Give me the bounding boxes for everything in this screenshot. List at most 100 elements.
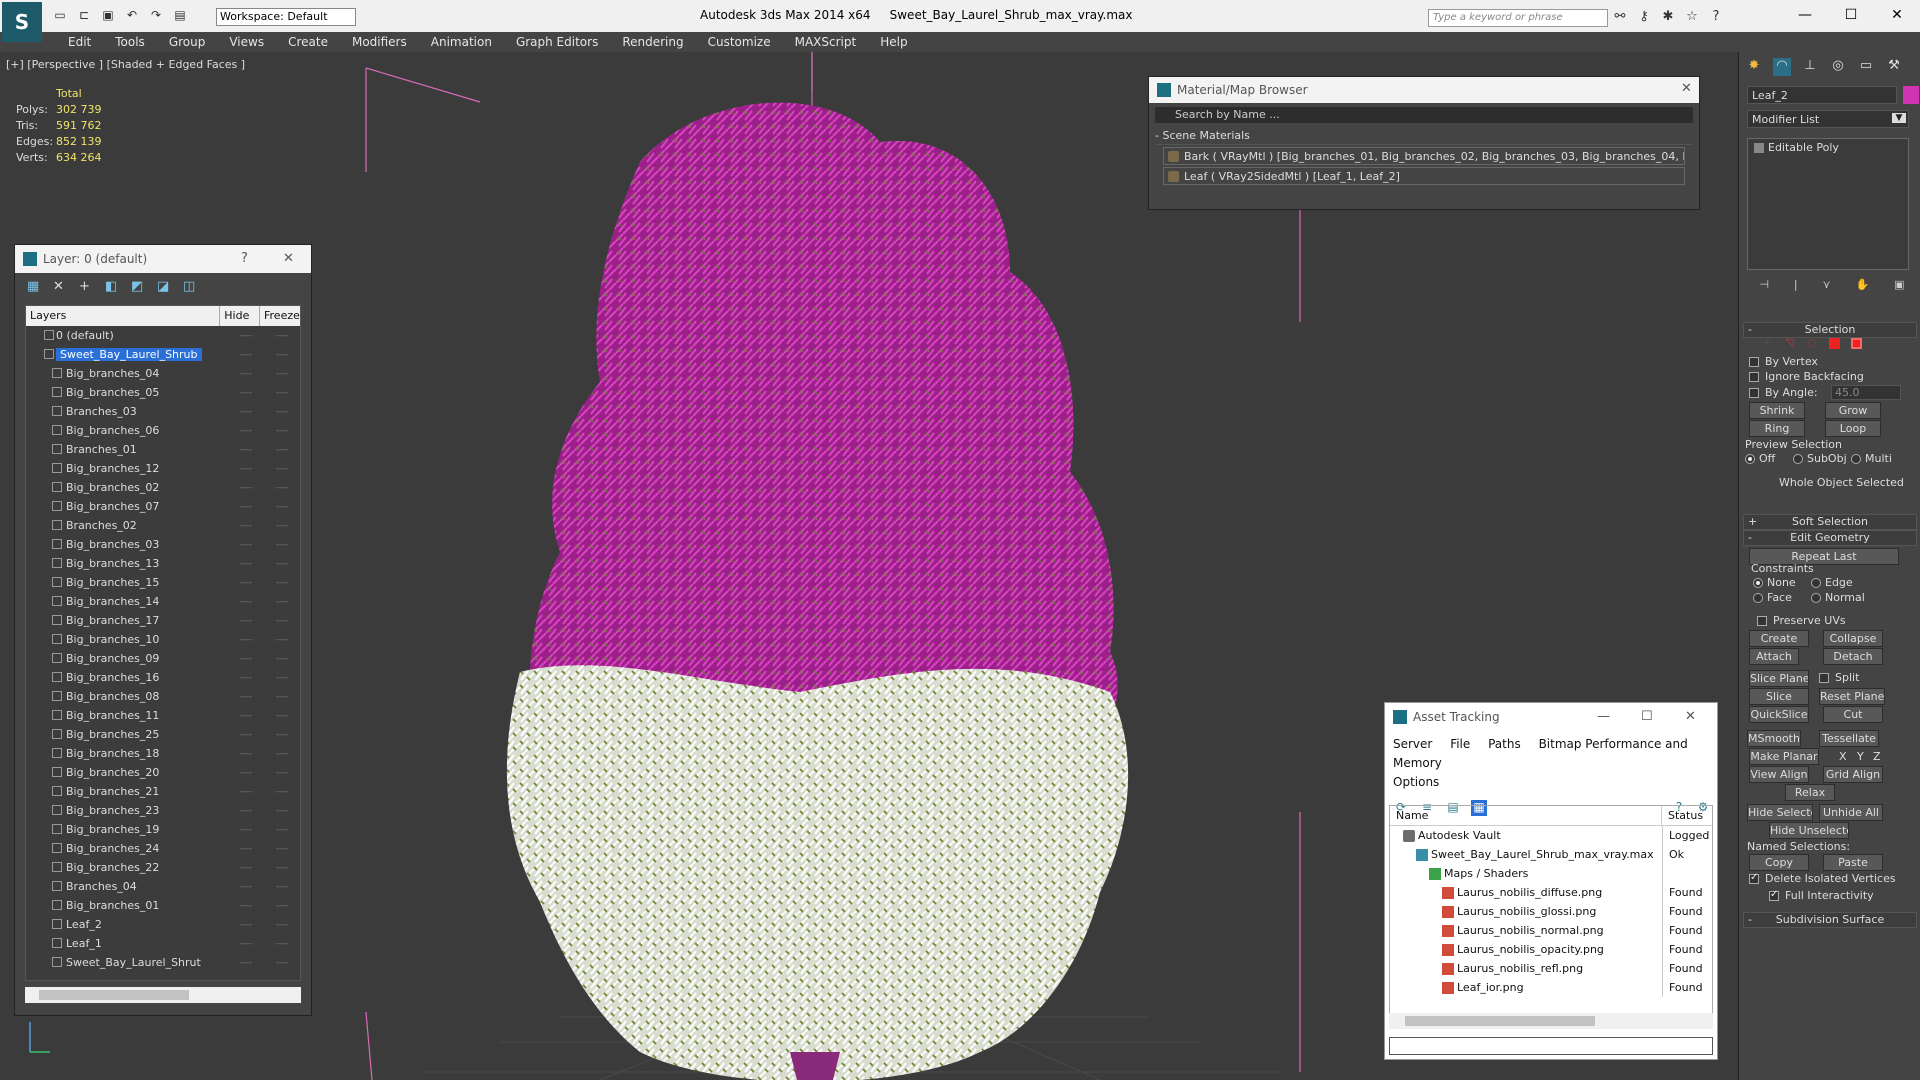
hide-toggle[interactable]: ---- — [228, 540, 264, 550]
highlight-layer-icon[interactable]: ◩ — [131, 279, 147, 295]
layer-row[interactable]: Big_branches_09 ---- ---- — [26, 649, 300, 668]
freeze-toggle[interactable]: ---- — [264, 559, 300, 569]
binoculars-icon[interactable]: ⚯ — [1612, 9, 1628, 25]
select-objects-icon[interactable]: ◧ — [105, 279, 121, 295]
key-icon[interactable]: ⚷ — [1636, 9, 1652, 25]
element-icon[interactable] — [1851, 338, 1862, 349]
menu-tools[interactable]: Tools — [103, 32, 157, 52]
layer-row[interactable]: Big_branches_04 ---- ---- — [26, 364, 300, 383]
asset-row[interactable]: Leaf_ior.png Found — [1390, 978, 1712, 997]
x-button[interactable]: X — [1839, 750, 1847, 763]
layer-row[interactable]: Leaf_1 ---- ---- — [26, 934, 300, 953]
material-search-input[interactable]: Search by Name ... — [1155, 107, 1693, 123]
freeze-toggle[interactable]: ---- — [264, 464, 300, 474]
asset-row[interactable]: Laurus_nobilis_opacity.png Found — [1390, 940, 1712, 959]
shrink-button[interactable]: Shrink — [1749, 402, 1805, 419]
hide-toggle[interactable]: ---- — [228, 882, 264, 892]
vertex-icon[interactable]: ⁘ — [1763, 336, 1775, 349]
layer-row[interactable]: Big_branches_07 ---- ---- — [26, 497, 300, 516]
layer-panel-titlebar[interactable]: Layer: 0 (default) ? ✕ — [15, 245, 311, 273]
freeze-toggle[interactable]: ---- — [264, 882, 300, 892]
ring-button[interactable]: Ring — [1749, 420, 1805, 437]
asset-row[interactable]: Laurus_nobilis_refl.png Found — [1390, 959, 1712, 978]
modifier-list-dropdown[interactable]: Modifier List — [1747, 110, 1909, 128]
layer-row[interactable]: Big_branches_06 ---- ---- — [26, 421, 300, 440]
menu-modifiers[interactable]: Modifiers — [340, 32, 419, 52]
layer-row[interactable]: Branches_04 ---- ---- — [26, 877, 300, 896]
hide-toggle[interactable]: ---- — [228, 369, 264, 379]
freeze-toggle[interactable]: ---- — [264, 407, 300, 417]
motion-tab-icon[interactable]: ◎ — [1829, 58, 1847, 76]
y-button[interactable]: Y — [1857, 750, 1864, 763]
constraint-normal-radio[interactable] — [1811, 593, 1821, 603]
material-item-leaf[interactable]: Leaf ( VRay2SidedMtl ) [Leaf_1, Leaf_2] — [1163, 167, 1685, 185]
search-input[interactable]: Type a keyword or phrase — [1428, 9, 1608, 27]
freeze-toggle[interactable]: ---- — [264, 502, 300, 512]
hide-toggle[interactable]: ---- — [228, 844, 264, 854]
tessellate-button[interactable]: Tessellate — [1819, 730, 1879, 747]
configure-sets-icon[interactable]: ▣ — [1894, 278, 1904, 296]
layer-row[interactable]: Big_branches_13 ---- ---- — [26, 554, 300, 573]
hide-toggle[interactable]: ---- — [228, 331, 264, 341]
hide-toggle[interactable]: ---- — [228, 901, 264, 911]
menu-help[interactable]: Help — [868, 32, 919, 52]
asset-horizontal-scrollbar[interactable] — [1389, 1013, 1713, 1029]
freeze-toggle[interactable]: ---- — [264, 825, 300, 835]
modify-tab-icon[interactable]: ◠ — [1773, 58, 1791, 76]
freeze-toggle[interactable]: ---- — [264, 426, 300, 436]
hide-toggle[interactable]: ---- — [228, 825, 264, 835]
menu-group[interactable]: Group — [157, 32, 218, 52]
remove-modifier-icon[interactable]: ✋ — [1855, 278, 1869, 296]
display-tab-icon[interactable]: ▭ — [1857, 58, 1875, 76]
save-icon[interactable]: ▣ — [100, 7, 116, 23]
layer-row-group[interactable]: Sweet_Bay_Laurel_Shrub ---- ---- — [26, 345, 300, 364]
object-name-field[interactable]: Leaf_2 — [1747, 86, 1897, 104]
hide-toggle[interactable]: ---- — [228, 426, 264, 436]
freeze-all-icon[interactable]: ◫ — [183, 279, 199, 295]
freeze-toggle[interactable]: ---- — [264, 521, 300, 531]
minimize-icon[interactable]: — — [1782, 0, 1828, 30]
freeze-toggle[interactable]: ---- — [264, 635, 300, 645]
column-freeze[interactable]: Freeze — [260, 306, 300, 326]
hide-toggle[interactable]: ---- — [228, 616, 264, 626]
hide-toggle[interactable]: ---- — [228, 407, 264, 417]
menu-edit[interactable]: Edit — [56, 32, 103, 52]
hide-toggle[interactable]: ---- — [228, 920, 264, 930]
freeze-toggle[interactable]: ---- — [264, 768, 300, 778]
layer-row[interactable]: Branches_01 ---- ---- — [26, 440, 300, 459]
layer-row[interactable]: Big_branches_12 ---- ---- — [26, 459, 300, 478]
hide-toggle[interactable]: ---- — [228, 863, 264, 873]
hide-unselected-button[interactable]: Hide Unselected — [1769, 822, 1849, 839]
hide-toggle[interactable]: ---- — [228, 445, 264, 455]
help-button[interactable]: ? — [241, 251, 248, 266]
freeze-toggle[interactable]: ---- — [264, 901, 300, 911]
layer-row[interactable]: Big_branches_01 ---- ---- — [26, 896, 300, 915]
freeze-toggle[interactable]: ---- — [264, 692, 300, 702]
constraint-edge-radio[interactable] — [1811, 578, 1821, 588]
preview-multi-radio[interactable] — [1851, 454, 1861, 464]
collapse-button[interactable]: Collapse — [1823, 630, 1883, 647]
close-icon[interactable]: ✕ — [1685, 709, 1696, 724]
hide-toggle[interactable]: ---- — [228, 768, 264, 778]
asset-row[interactable]: Laurus_nobilis_glossi.png Found — [1390, 902, 1712, 921]
hide-toggle[interactable]: ---- — [228, 654, 264, 664]
border-icon[interactable]: ◌ — [1807, 336, 1819, 349]
hide-toggle[interactable]: ---- — [228, 521, 264, 531]
menu-customize[interactable]: Customize — [696, 32, 783, 52]
freeze-toggle[interactable]: ---- — [264, 749, 300, 759]
scene-materials-section[interactable]: - Scene Materials — [1155, 129, 1693, 145]
layer-row[interactable]: Big_branches_21 ---- ---- — [26, 782, 300, 801]
menu-create[interactable]: Create — [276, 32, 340, 52]
column-name[interactable]: Name — [1390, 806, 1662, 825]
menu-rendering[interactable]: Rendering — [610, 32, 695, 52]
app-logo-icon[interactable]: S — [2, 2, 42, 42]
asset-row[interactable]: Laurus_nobilis_normal.png Found — [1390, 921, 1712, 940]
slice-button[interactable]: Slice — [1749, 688, 1809, 705]
hide-toggle[interactable]: ---- — [228, 806, 264, 816]
material-item-bark[interactable]: Bark ( VRayMtl ) [Big_branches_01, Big_b… — [1163, 147, 1685, 165]
hide-toggle[interactable]: ---- — [228, 483, 264, 493]
hide-toggle[interactable]: ---- — [228, 597, 264, 607]
viewport-label[interactable]: [+] [Perspective ] [Shaded + Edged Faces… — [6, 58, 245, 71]
maximize-icon[interactable]: ☐ — [1828, 0, 1874, 30]
soft-selection-rollout-header[interactable]: Soft Selection — [1743, 514, 1917, 530]
